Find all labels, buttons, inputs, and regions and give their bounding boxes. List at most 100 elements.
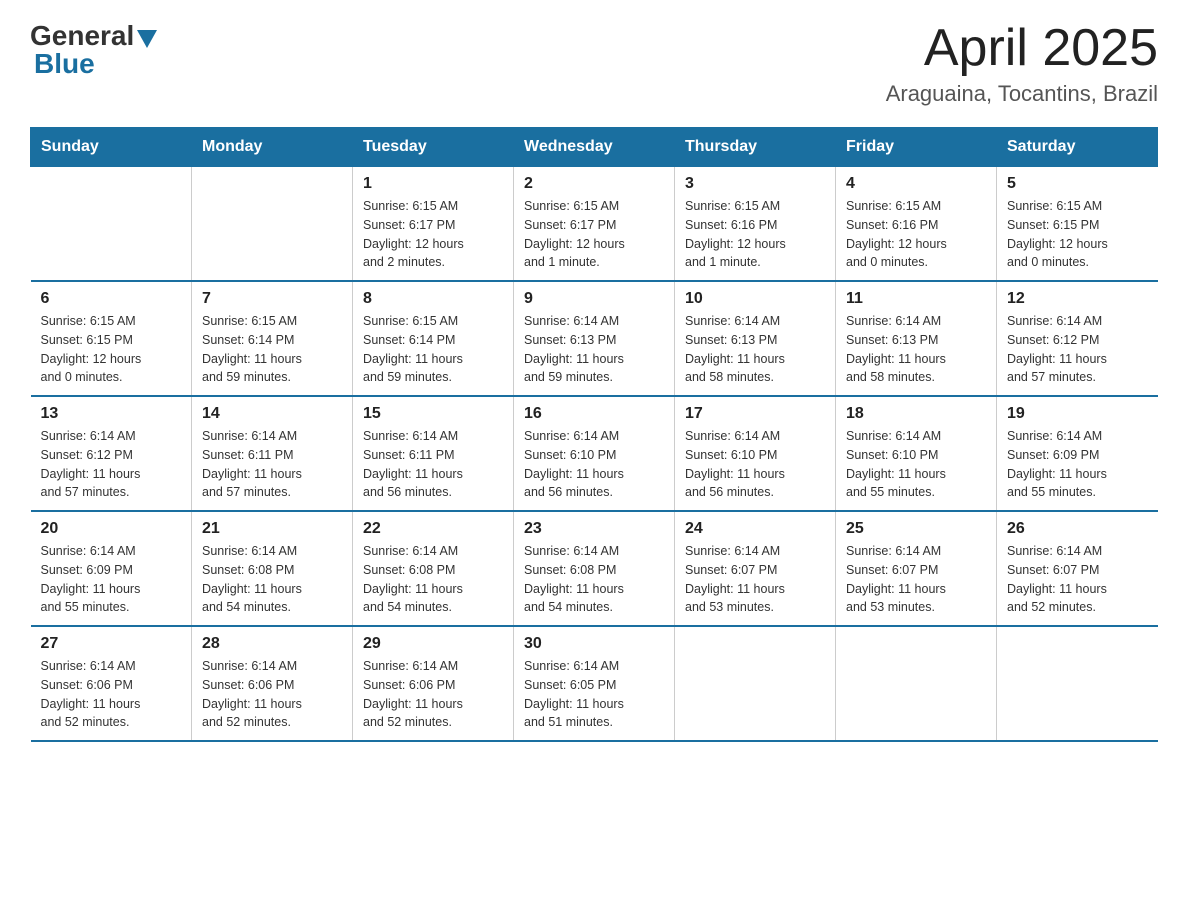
calendar-cell bbox=[675, 626, 836, 741]
calendar-cell: 9 Sunrise: 6:14 AM Sunset: 6:13 PM Daylig… bbox=[514, 281, 675, 396]
calendar-cell: 25Sunrise: 6:14 AM Sunset: 6:07 PM Dayli… bbox=[836, 511, 997, 626]
day-number: 23 bbox=[524, 520, 664, 538]
day-info: Sunrise: 6:14 AM Sunset: 6:13 PM Dayligh… bbox=[685, 312, 825, 387]
day-info: Sunrise: 6:14 AM Sunset: 6:11 PM Dayligh… bbox=[202, 427, 342, 502]
day-number: 4 bbox=[846, 175, 986, 193]
day-info: Sunrise: 6:15 AM Sunset: 6:14 PM Dayligh… bbox=[202, 312, 342, 387]
calendar-cell: 14 Sunrise: 6:14 AM Sunset: 6:11 PM Dayli… bbox=[192, 396, 353, 511]
day-number: 28 bbox=[202, 635, 342, 653]
calendar-week-row: 27 Sunrise: 6:14 AM Sunset: 6:06 PM Dayli… bbox=[31, 626, 1158, 741]
day-info: Sunrise: 6:14 AM Sunset: 6:09 PM Dayligh… bbox=[41, 542, 182, 617]
day-number: 18 bbox=[846, 405, 986, 423]
day-info: Sunrise: 6:14 AM Sunset: 6:08 PM Dayligh… bbox=[363, 542, 503, 617]
calendar-cell: 23Sunrise: 6:14 AM Sunset: 6:08 PM Dayli… bbox=[514, 511, 675, 626]
day-number: 12 bbox=[1007, 290, 1148, 308]
day-info: Sunrise: 6:15 AM Sunset: 6:16 PM Dayligh… bbox=[685, 197, 825, 272]
calendar-week-row: 6Sunrise: 6:15 AM Sunset: 6:15 PM Daylig… bbox=[31, 281, 1158, 396]
calendar-week-row: 20 Sunrise: 6:14 AM Sunset: 6:09 PM Dayli… bbox=[31, 511, 1158, 626]
day-number: 2 bbox=[524, 175, 664, 193]
day-number: 22 bbox=[363, 520, 503, 538]
calendar-cell: 21Sunrise: 6:14 AM Sunset: 6:08 PM Dayli… bbox=[192, 511, 353, 626]
day-number: 10 bbox=[685, 290, 825, 308]
day-info: Sunrise: 6:15 AM Sunset: 6:16 PM Dayligh… bbox=[846, 197, 986, 272]
calendar-cell: 2 Sunrise: 6:15 AM Sunset: 6:17 PM Daylig… bbox=[514, 167, 675, 282]
calendar-cell bbox=[997, 626, 1158, 741]
day-info: Sunrise: 6:15 AM Sunset: 6:14 PM Dayligh… bbox=[363, 312, 503, 387]
calendar-cell: 28 Sunrise: 6:14 AM Sunset: 6:06 PM Dayli… bbox=[192, 626, 353, 741]
day-info: Sunrise: 6:14 AM Sunset: 6:10 PM Dayligh… bbox=[685, 427, 825, 502]
day-number: 21 bbox=[202, 520, 342, 538]
day-info: Sunrise: 6:14 AM Sunset: 6:07 PM Dayligh… bbox=[685, 542, 825, 617]
calendar-cell: 4 Sunrise: 6:15 AM Sunset: 6:16 PM Daylig… bbox=[836, 167, 997, 282]
day-info: Sunrise: 6:14 AM Sunset: 6:05 PM Dayligh… bbox=[524, 657, 664, 732]
day-info: Sunrise: 6:14 AM Sunset: 6:06 PM Dayligh… bbox=[363, 657, 503, 732]
calendar-cell: 1Sunrise: 6:15 AM Sunset: 6:17 PM Daylig… bbox=[353, 167, 514, 282]
calendar-cell: 24 Sunrise: 6:14 AM Sunset: 6:07 PM Dayli… bbox=[675, 511, 836, 626]
calendar-cell: 8 Sunrise: 6:15 AM Sunset: 6:14 PM Daylig… bbox=[353, 281, 514, 396]
column-header-thursday: Thursday bbox=[675, 128, 836, 167]
day-number: 20 bbox=[41, 520, 182, 538]
day-info: Sunrise: 6:14 AM Sunset: 6:12 PM Dayligh… bbox=[41, 427, 182, 502]
calendar-cell: 5Sunrise: 6:15 AM Sunset: 6:15 PM Daylig… bbox=[997, 167, 1158, 282]
calendar-cell: 18Sunrise: 6:14 AM Sunset: 6:10 PM Dayli… bbox=[836, 396, 997, 511]
calendar-cell: 20 Sunrise: 6:14 AM Sunset: 6:09 PM Dayli… bbox=[31, 511, 192, 626]
day-info: Sunrise: 6:14 AM Sunset: 6:13 PM Dayligh… bbox=[524, 312, 664, 387]
calendar-cell: 12 Sunrise: 6:14 AM Sunset: 6:12 PM Dayli… bbox=[997, 281, 1158, 396]
day-number: 14 bbox=[202, 405, 342, 423]
page-header: General Blue April 2025 Araguaina, Tocan… bbox=[30, 20, 1158, 107]
calendar-week-row: 13 Sunrise: 6:14 AM Sunset: 6:12 PM Dayli… bbox=[31, 396, 1158, 511]
calendar-cell: 15Sunrise: 6:14 AM Sunset: 6:11 PM Dayli… bbox=[353, 396, 514, 511]
day-number: 27 bbox=[41, 635, 182, 653]
calendar-cell: 11 Sunrise: 6:14 AM Sunset: 6:13 PM Dayli… bbox=[836, 281, 997, 396]
calendar-cell: 26Sunrise: 6:14 AM Sunset: 6:07 PM Dayli… bbox=[997, 511, 1158, 626]
day-number: 16 bbox=[524, 405, 664, 423]
calendar-cell: 10 Sunrise: 6:14 AM Sunset: 6:13 PM Dayli… bbox=[675, 281, 836, 396]
calendar-cell: 7Sunrise: 6:15 AM Sunset: 6:14 PM Daylig… bbox=[192, 281, 353, 396]
day-info: Sunrise: 6:14 AM Sunset: 6:12 PM Dayligh… bbox=[1007, 312, 1148, 387]
day-info: Sunrise: 6:14 AM Sunset: 6:06 PM Dayligh… bbox=[202, 657, 342, 732]
calendar-cell bbox=[31, 167, 192, 282]
column-header-wednesday: Wednesday bbox=[514, 128, 675, 167]
column-header-tuesday: Tuesday bbox=[353, 128, 514, 167]
day-number: 8 bbox=[363, 290, 503, 308]
calendar-cell: 27 Sunrise: 6:14 AM Sunset: 6:06 PM Dayli… bbox=[31, 626, 192, 741]
day-info: Sunrise: 6:14 AM Sunset: 6:09 PM Dayligh… bbox=[1007, 427, 1148, 502]
calendar-cell bbox=[192, 167, 353, 282]
calendar-cell: 30 Sunrise: 6:14 AM Sunset: 6:05 PM Dayli… bbox=[514, 626, 675, 741]
day-number: 30 bbox=[524, 635, 664, 653]
calendar-cell: 29 Sunrise: 6:14 AM Sunset: 6:06 PM Dayli… bbox=[353, 626, 514, 741]
calendar-table: SundayMondayTuesdayWednesdayThursdayFrid… bbox=[30, 127, 1158, 742]
day-info: Sunrise: 6:15 AM Sunset: 6:17 PM Dayligh… bbox=[524, 197, 664, 272]
day-number: 17 bbox=[685, 405, 825, 423]
day-info: Sunrise: 6:15 AM Sunset: 6:15 PM Dayligh… bbox=[41, 312, 182, 387]
day-info: Sunrise: 6:14 AM Sunset: 6:07 PM Dayligh… bbox=[846, 542, 986, 617]
calendar-cell: 17 Sunrise: 6:14 AM Sunset: 6:10 PM Dayli… bbox=[675, 396, 836, 511]
calendar-cell: 6Sunrise: 6:15 AM Sunset: 6:15 PM Daylig… bbox=[31, 281, 192, 396]
day-info: Sunrise: 6:14 AM Sunset: 6:07 PM Dayligh… bbox=[1007, 542, 1148, 617]
day-number: 11 bbox=[846, 290, 986, 308]
title-section: April 2025 Araguaina, Tocantins, Brazil bbox=[886, 20, 1158, 107]
calendar-cell: 19 Sunrise: 6:14 AM Sunset: 6:09 PM Dayli… bbox=[997, 396, 1158, 511]
calendar-cell: 13 Sunrise: 6:14 AM Sunset: 6:12 PM Dayli… bbox=[31, 396, 192, 511]
day-info: Sunrise: 6:14 AM Sunset: 6:13 PM Dayligh… bbox=[846, 312, 986, 387]
day-number: 13 bbox=[41, 405, 182, 423]
day-number: 24 bbox=[685, 520, 825, 538]
day-number: 29 bbox=[363, 635, 503, 653]
day-info: Sunrise: 6:14 AM Sunset: 6:06 PM Dayligh… bbox=[41, 657, 182, 732]
column-header-friday: Friday bbox=[836, 128, 997, 167]
logo-arrow-icon bbox=[137, 30, 157, 48]
day-number: 19 bbox=[1007, 405, 1148, 423]
location-subtitle: Araguaina, Tocantins, Brazil bbox=[886, 81, 1158, 107]
calendar-cell: 3 Sunrise: 6:15 AM Sunset: 6:16 PM Daylig… bbox=[675, 167, 836, 282]
column-header-monday: Monday bbox=[192, 128, 353, 167]
day-info: Sunrise: 6:14 AM Sunset: 6:10 PM Dayligh… bbox=[524, 427, 664, 502]
calendar-week-row: 1 Sunrise: 6:15 AM Sunset: 6:17 PM Daylig… bbox=[31, 167, 1158, 282]
calendar-cell: 16 Sunrise: 6:14 AM Sunset: 6:10 PM Dayli… bbox=[514, 396, 675, 511]
day-number: 9 bbox=[524, 290, 664, 308]
day-number: 1 bbox=[363, 175, 503, 193]
logo-blue-text: Blue bbox=[34, 48, 95, 80]
day-number: 5 bbox=[1007, 175, 1148, 193]
calendar-header-row: SundayMondayTuesdayWednesdayThursdayFrid… bbox=[31, 128, 1158, 167]
day-number: 3 bbox=[685, 175, 825, 193]
calendar-cell bbox=[836, 626, 997, 741]
